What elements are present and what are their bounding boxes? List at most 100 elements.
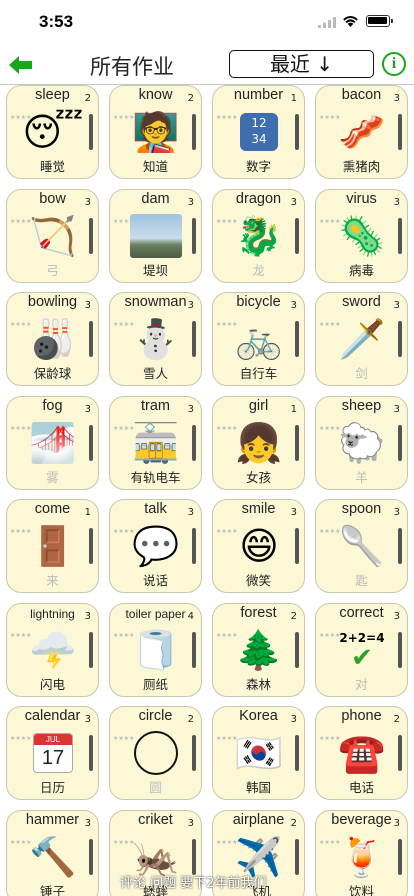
info-circle-icon[interactable]: i <box>382 52 406 76</box>
arrow-left-icon[interactable] <box>9 54 33 76</box>
card-chinese: 饮料 <box>348 883 374 896</box>
star-rating-icon: ★★★★ <box>319 114 341 121</box>
card-level: 3 <box>393 403 400 415</box>
sort-recent-button[interactable]: 最近 ↓ <box>229 50 374 78</box>
card-level: 3 <box>393 610 400 622</box>
korea-flag-icon: 🇰🇷 <box>235 731 283 775</box>
progress-bar <box>192 735 196 771</box>
word-card-spoon[interactable]: spoon 3 ★★★★ 🥄 匙 <box>315 499 408 593</box>
card-level: 1 <box>290 403 297 415</box>
bowling-icon: 🎳 <box>29 317 77 361</box>
telephone-icon: ☎️ <box>338 731 386 775</box>
progress-bar <box>192 217 196 254</box>
progress-bar <box>295 631 299 668</box>
progress-bar <box>398 321 402 357</box>
word-card-bicycle[interactable]: bicycle 3 ★★★★ 🚲 自行车 <box>212 292 305 386</box>
sleeping-face-icon: 😴 <box>22 110 84 154</box>
word-card-korea[interactable]: Korea 3 ★★★★ 🇰🇷 韩国 <box>212 706 305 800</box>
word-card-forest[interactable]: forest 2 ★★★★ 🌲 森林 <box>212 602 305 697</box>
star-rating-icon: ★★★★ <box>113 217 135 225</box>
progress-bar <box>295 217 299 254</box>
lips-speech-icon: 💬 <box>132 524 180 568</box>
progress-bar <box>192 424 196 461</box>
word-card-dam[interactable]: dam 3 ★★★★ 堤坝 <box>109 188 202 283</box>
star-rating-icon: ★★★★ <box>319 424 341 432</box>
tropical-drink-icon: 🍹 <box>338 834 386 879</box>
word-card-bowling[interactable]: bowling 3 ★★★★ 🎳 保龄球 <box>6 292 99 386</box>
card-level: 3 <box>290 196 297 208</box>
progress-bar <box>89 321 93 357</box>
card-chinese: 病毒 <box>348 262 374 278</box>
word-card-calendar[interactable]: calendar 3 ★★★★ JUL 17 日历 <box>6 706 99 800</box>
progress-bar <box>89 838 93 875</box>
bicycle-icon: 🚲 <box>235 317 283 361</box>
star-rating-icon: ★★★★ <box>10 838 32 846</box>
card-level: 1 <box>84 507 91 518</box>
card-chinese: 森林 <box>245 676 271 692</box>
progress-bar <box>295 114 299 150</box>
progress-bar <box>89 217 93 254</box>
word-card-sheep[interactable]: sheep 3 ★★★★ 🐑 羊 <box>315 395 408 490</box>
word-card-toiler-paper[interactable]: toiler paper 4 ★★★★ 🧻 厕纸 <box>109 602 202 697</box>
card-chinese: 厕纸 <box>142 676 168 692</box>
card-level: 4 <box>187 610 194 622</box>
tram-icon: 🚋 <box>132 420 180 465</box>
progress-bar <box>398 528 402 564</box>
word-card-bacon[interactable]: bacon 3 ★★★★ 🥓 熏猪肉 <box>315 85 408 179</box>
card-level: 3 <box>84 817 91 829</box>
card-level: 2 <box>84 93 91 104</box>
thunder-cloud-icon: 🌩️ <box>29 627 77 672</box>
star-rating-icon: ★★★★ <box>113 528 135 535</box>
word-card-fog[interactable]: fog 3 ★★★★ 🌁 雾 <box>6 395 99 490</box>
word-card-beverage[interactable]: beverage 3 ★★★★ 🍹 饮料 <box>315 809 408 896</box>
cellular-signal-icon <box>318 17 336 28</box>
card-level: 3 <box>187 507 194 518</box>
card-level: 3 <box>84 300 91 311</box>
word-card-hammer[interactable]: hammer 3 ★★★★ 🔨 锤子 <box>6 809 99 896</box>
card-chinese: 剑 <box>355 366 368 381</box>
word-card-number[interactable]: number 1 ★★★★ 12 34 数字 <box>212 85 305 179</box>
card-chinese: 知道 <box>142 159 168 174</box>
word-card-bow[interactable]: bow 3 ★★★★ 🏹 弓 <box>6 188 99 283</box>
progress-bar <box>295 838 299 875</box>
star-rating-icon: ★★★★ <box>10 321 32 328</box>
card-chinese: 有轨电车 <box>130 469 181 485</box>
word-card-lightning[interactable]: lightning 3 ★★★★ 🌩️ 闪电 <box>6 602 99 697</box>
trees-icon: 🌲 <box>235 627 283 672</box>
circle-icon <box>128 728 184 778</box>
status-bar: 3:53 <box>0 0 414 46</box>
word-card-phone[interactable]: phone 2 ★★★★ ☎️ 电话 <box>315 706 408 800</box>
star-rating-icon: ★★★★ <box>113 424 135 432</box>
star-rating-icon: ★★★★ <box>10 528 32 535</box>
word-card-virus[interactable]: virus 3 ★★★★ 🦠 病毒 <box>315 188 408 283</box>
star-rating-icon: ★★★★ <box>319 321 341 328</box>
progress-bar <box>192 528 196 564</box>
word-card-tram[interactable]: tram 3 ★★★★ 🚋 有轨电车 <box>109 395 202 490</box>
card-chinese: 雾 <box>46 469 59 485</box>
card-level: 3 <box>84 714 91 725</box>
word-card-correct[interactable]: correct 3 ★★★★ 2+2=4 ✔ 对 <box>315 602 408 697</box>
star-rating-icon: ★★★★ <box>216 631 238 639</box>
progress-bar <box>89 114 93 150</box>
word-card-sword[interactable]: sword 3 ★★★★ 🗡️ 剑 <box>315 292 408 386</box>
girl-icon: 👧 <box>235 420 283 465</box>
word-card-know[interactable]: know 2 ★★★★ 🧑‍🏫 知道 <box>109 85 202 179</box>
word-card-come[interactable]: come 1 ★★★★ 🚪 来 <box>6 499 99 593</box>
word-card-snowman[interactable]: snowman 3 ★★★★ ⛄ 雪人 <box>109 292 202 386</box>
card-level: 3 <box>84 610 91 622</box>
card-level: 3 <box>393 507 400 518</box>
word-card-talk[interactable]: talk 3 ★★★★ 💬 说话 <box>109 499 202 593</box>
sheep-icon: 🐑 <box>338 420 386 465</box>
word-card-sleep[interactable]: sleep 2 ★★★★ 😴 睡觉 <box>6 85 99 179</box>
word-card-dragon[interactable]: dragon 3 ★★★★ 🐉 龙 <box>212 188 305 283</box>
teacher-student-icon: 🧑‍🏫 <box>132 110 180 154</box>
star-rating-icon: ★★★★ <box>216 424 238 432</box>
word-card-girl[interactable]: girl 1 ★★★★ 👧 女孩 <box>212 395 305 490</box>
progress-bar <box>89 528 93 564</box>
card-level: 3 <box>187 300 194 311</box>
virus-icon: 🦠 <box>338 213 386 258</box>
word-card-circle[interactable]: circle 2 ★★★★ 圆 <box>109 706 202 800</box>
star-rating-icon: ★★★★ <box>216 735 238 742</box>
star-rating-icon: ★★★★ <box>319 735 341 742</box>
word-card-smile[interactable]: smile 3 ★★★★ 😄 微笑 <box>212 499 305 593</box>
